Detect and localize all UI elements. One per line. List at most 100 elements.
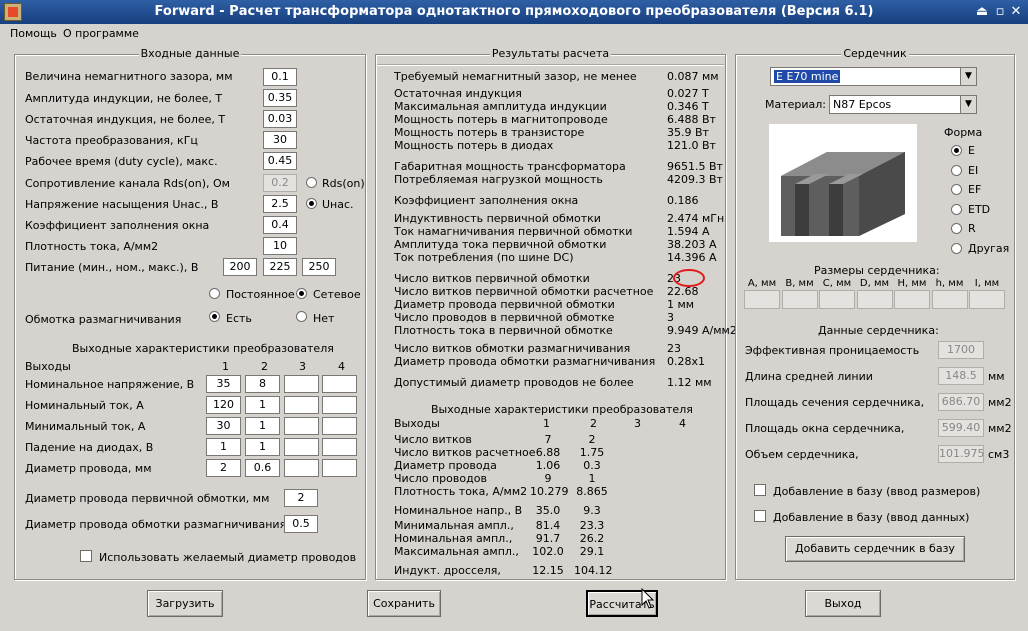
freq-input[interactable]: 30 xyxy=(263,131,297,149)
input-output-cell[interactable]: 1 xyxy=(245,417,280,435)
results-outputs-header: Выходы xyxy=(394,417,440,430)
supply-ac-radio[interactable] xyxy=(296,288,307,299)
input-output-cell[interactable] xyxy=(322,396,357,414)
demag-yes-radio[interactable] xyxy=(209,311,220,322)
shape-radio-другая[interactable] xyxy=(951,242,962,254)
residual-label: Остаточная индукция, не более, Т xyxy=(25,113,226,126)
result-value: 22.68 xyxy=(667,285,699,298)
wire-primary-input[interactable]: 2 xyxy=(284,489,318,507)
chevron-down-icon[interactable]: ▼ xyxy=(960,68,976,85)
add-data-checkbox[interactable] xyxy=(754,510,766,522)
shape-radio-label: EI xyxy=(968,163,979,177)
input-output-cell[interactable]: 120 xyxy=(206,396,241,414)
result-label: Амплитуда тока первичной обмотки xyxy=(394,238,607,251)
results-col-4: 4 xyxy=(679,417,686,430)
input-output-cell[interactable]: 2 xyxy=(206,459,241,477)
rds-radio[interactable] xyxy=(306,177,317,188)
result-output-value-1: 9 xyxy=(544,472,552,485)
wire-demag-label: Диаметр провода обмотки размагничивания, xyxy=(25,518,290,531)
input-output-cell[interactable]: 1 xyxy=(245,438,280,456)
add-dims-label: Добавление в базу (ввод размеров) xyxy=(773,485,981,498)
menu-help[interactable]: Помощь xyxy=(10,27,57,40)
rds-input[interactable]: 0.2 xyxy=(263,174,297,192)
close-icon[interactable]: ✕ xyxy=(1006,3,1026,21)
chevron-down-icon[interactable]: ▼ xyxy=(960,96,976,113)
fill-input[interactable]: 0.4 xyxy=(263,216,297,234)
input-output-cell[interactable] xyxy=(322,375,357,393)
dim-label: D, мм xyxy=(859,278,890,289)
input-output-cell[interactable] xyxy=(284,417,319,435)
result-output-value-2: 2 xyxy=(588,433,596,446)
result-output-value-2: 1.75 xyxy=(579,446,605,459)
add-core-button[interactable]: Добавить сердечник в базу xyxy=(785,536,965,562)
material-select-value: N87 Epcos xyxy=(833,98,892,111)
material-label: Материал: xyxy=(765,98,827,111)
dim-input[interactable] xyxy=(931,290,968,309)
minimize-icon[interactable]: ⏏ xyxy=(972,3,992,21)
input-output-cell[interactable]: 1 xyxy=(206,438,241,456)
dim-input[interactable] xyxy=(781,290,818,309)
shape-radio-etd[interactable] xyxy=(951,203,962,215)
duty-input[interactable]: 0.45 xyxy=(263,152,297,170)
input-output-cell[interactable]: 0.6 xyxy=(245,459,280,477)
dim-input[interactable] xyxy=(744,290,780,309)
result-label: Ток потребления (по шине DC) xyxy=(394,251,574,264)
dim-input[interactable] xyxy=(969,290,1005,309)
shape-radio-label: Другая xyxy=(968,241,1010,255)
supply-min-input[interactable]: 200 xyxy=(223,258,257,276)
demag-label: Обмотка размагничивания xyxy=(25,313,182,326)
result-value: 121.0 Вт xyxy=(667,139,716,152)
input-output-cell[interactable] xyxy=(322,438,357,456)
shape-radio-e[interactable] xyxy=(951,145,962,156)
input-output-cell[interactable]: 1 xyxy=(245,396,280,414)
use-wire-checkbox[interactable] xyxy=(80,550,92,562)
shape-radio-label: E xyxy=(968,144,975,157)
input-output-cell[interactable]: 35 xyxy=(206,375,241,393)
input-output-cell[interactable] xyxy=(284,375,319,393)
density-input[interactable]: 10 xyxy=(263,237,297,255)
supply-max-input[interactable]: 250 xyxy=(302,258,336,276)
gap-input[interactable]: 0.1 xyxy=(263,68,297,86)
input-output-cell[interactable] xyxy=(284,396,319,414)
input-output-row-label: Минимальный ток, А xyxy=(25,420,146,433)
shape-radio-label: ETD xyxy=(968,202,991,216)
dim-input[interactable] xyxy=(894,290,930,309)
material-select[interactable]: N87 Epcos ▼ xyxy=(829,95,977,114)
result-label: Остаточная индукция xyxy=(394,87,522,100)
result-label: Число витков первичной обмотки расчетное xyxy=(394,285,654,298)
input-output-cell[interactable] xyxy=(322,417,357,435)
input-output-cell[interactable] xyxy=(284,438,319,456)
menu-about[interactable]: О программе xyxy=(63,27,139,40)
input-output-cell[interactable] xyxy=(322,459,357,477)
input-outputs-title: Выходные характеристики преобразователя xyxy=(72,342,334,355)
density-label: Плотность тока, А/мм2 xyxy=(25,240,159,253)
save-button[interactable]: Сохранить xyxy=(367,590,441,617)
usat-input[interactable]: 2.5 xyxy=(263,195,297,213)
residual-input[interactable]: 0.03 xyxy=(263,110,297,128)
demag-no-radio[interactable] xyxy=(296,311,307,322)
shape-radio-r[interactable] xyxy=(951,223,962,234)
input-output-cell[interactable] xyxy=(284,459,319,477)
dim-input[interactable] xyxy=(856,290,893,309)
cursor-icon xyxy=(641,587,657,610)
input-output-cell[interactable]: 30 xyxy=(206,417,241,435)
usat-radio[interactable] xyxy=(306,198,317,209)
result-value: 0.027 Т xyxy=(667,87,709,100)
window-title: Forward - Расчет трансформатора однотакт… xyxy=(154,4,874,19)
exit-button[interactable]: Выход xyxy=(805,590,881,617)
shape-radio-ei[interactable] xyxy=(951,164,962,176)
add-dims-checkbox[interactable] xyxy=(754,484,766,496)
induction-input[interactable]: 0.35 xyxy=(263,89,297,107)
input-output-cell[interactable]: 8 xyxy=(245,375,280,393)
dim-input[interactable] xyxy=(819,290,855,309)
load-button[interactable]: Загрузить xyxy=(147,590,223,617)
shape-radio-ef[interactable] xyxy=(951,184,962,195)
result-output-value-2: 8.865 xyxy=(576,485,608,498)
core-select[interactable]: E E70 mine ▼ xyxy=(770,67,977,86)
supply-nom-input[interactable]: 225 xyxy=(263,258,297,276)
supply-label: Питание (мин., ном., макс.), В xyxy=(25,261,199,274)
volume-value: 101.975 xyxy=(938,445,985,463)
result-output-value-2: 23.3 xyxy=(579,519,605,532)
supply-dc-radio[interactable] xyxy=(209,288,220,299)
wire-demag-input[interactable]: 0.5 xyxy=(284,515,318,533)
